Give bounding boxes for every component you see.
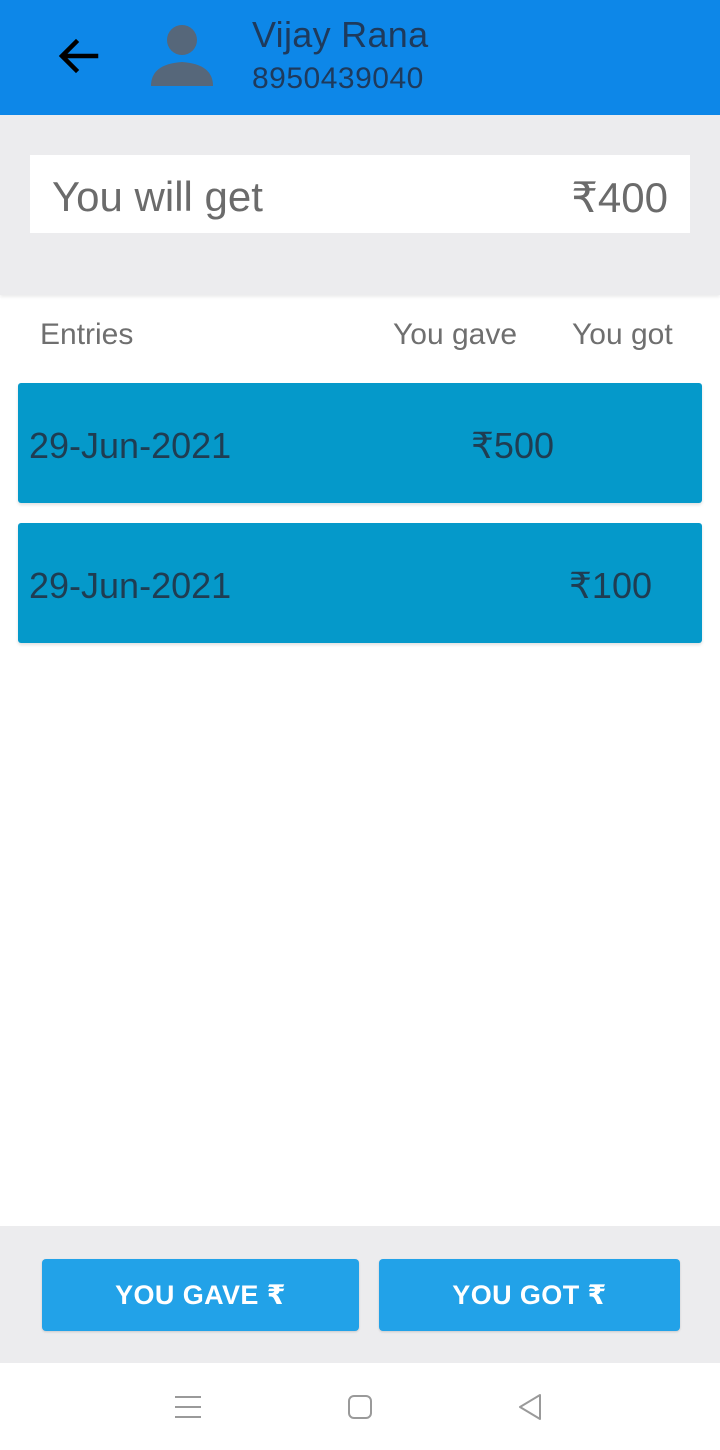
arrow-left-icon — [58, 38, 99, 74]
nav-home-button[interactable] — [340, 1389, 380, 1425]
person-icon — [151, 25, 213, 86]
nav-back-button[interactable] — [510, 1389, 550, 1425]
contact-phone: 8950439040 — [252, 62, 424, 95]
entry-you-got: ₹100 — [569, 565, 652, 606]
balance-label: You will get — [52, 173, 263, 220]
nav-menu-button[interactable] — [168, 1389, 208, 1425]
entry-date: 29-Jun-2021 — [29, 565, 232, 606]
you-gave-button[interactable]: YOU GAVE ₹ — [42, 1259, 359, 1331]
avatar[interactable] — [148, 20, 216, 88]
balance-card: You will get ₹400 — [30, 155, 690, 233]
ledger-screen: Vijay Rana 8950439040 You will get ₹400 … — [0, 0, 720, 1450]
system-nav-bar — [0, 1363, 720, 1450]
contact-name: Vijay Rana — [252, 14, 429, 55]
action-bar: YOU GAVE ₹ YOU GOT ₹ — [0, 1226, 720, 1363]
column-header-entries: Entries — [40, 318, 134, 351]
back-button[interactable] — [50, 28, 106, 84]
back-triangle-icon — [519, 1394, 541, 1420]
column-header-you-gave: You gave — [393, 318, 518, 351]
you-got-button[interactable]: YOU GOT ₹ — [379, 1259, 680, 1331]
entry-date: 29-Jun-2021 — [29, 425, 232, 466]
home-icon — [348, 1395, 372, 1419]
entry-you-gave: ₹500 — [471, 425, 554, 466]
summary-band: You will get ₹400 — [0, 115, 720, 295]
menu-icon — [175, 1396, 201, 1418]
column-header-you-got: You got — [572, 318, 673, 351]
entry-row[interactable]: 29-Jun-2021 ₹500 — [18, 383, 702, 503]
balance-amount: ₹400 — [571, 174, 668, 221]
app-bar: Vijay Rana 8950439040 — [0, 0, 720, 115]
entry-row[interactable]: 29-Jun-2021 ₹100 — [18, 523, 702, 643]
